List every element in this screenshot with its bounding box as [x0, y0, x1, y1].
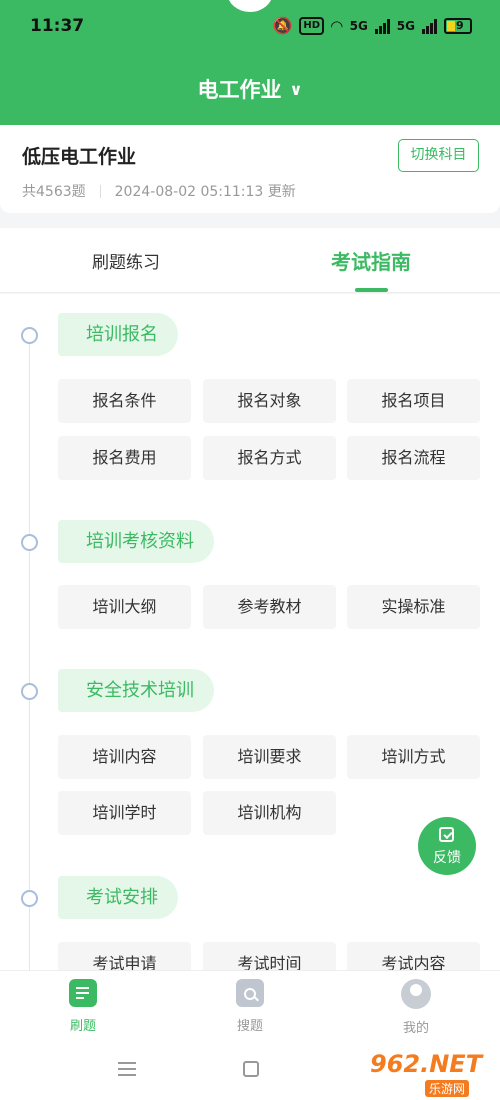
chevron-down-icon: ∨ [289, 80, 303, 99]
guide-item[interactable]: 参考教材 [203, 585, 336, 629]
hd-badge: HD [299, 16, 325, 35]
page-title: 电工作业 [197, 78, 282, 102]
section-title: 考试安排 [58, 876, 178, 919]
tab-bar: 刷题练习 考试指南 [0, 228, 500, 293]
watermark-logo: 962.NET 乐游网 [370, 1050, 495, 1097]
timeline-dot [21, 327, 38, 344]
course-title: 低压电工作业 [22, 146, 137, 168]
active-tab-indicator [355, 288, 388, 292]
feedback-button[interactable]: 反馈 [418, 817, 476, 875]
timeline-line [29, 334, 30, 970]
tab-exam-guide[interactable]: 考试指南 [331, 246, 411, 275]
home-icon[interactable] [243, 1061, 259, 1077]
guide-item[interactable]: 报名条件 [58, 379, 191, 423]
feedback-label: 反馈 [433, 850, 461, 866]
watermark-text: 962.NET [370, 1050, 483, 1078]
nav-label: 搜题 [236, 1019, 263, 1034]
menu-icon[interactable] [118, 1062, 136, 1076]
guide-item[interactable]: 报名费用 [58, 436, 191, 480]
guide-item[interactable]: 培训学时 [58, 791, 191, 835]
network-5g-label: 5G [349, 18, 368, 33]
meta-divider [99, 184, 101, 198]
bottom-nav: 刷题 搜题 我的 [0, 970, 500, 1040]
guide-item[interactable]: 考试申请 [58, 942, 191, 970]
status-time: 11:37 [30, 16, 85, 36]
status-bar: 11:37 🔕 HD ◠ 5G 5G 9 [0, 14, 500, 42]
nav-label: 我的 [402, 1021, 429, 1036]
network-5g-label-2: 5G [396, 18, 415, 33]
signal-icon-2 [422, 18, 437, 34]
tab-practice[interactable]: 刷题练习 [92, 248, 160, 273]
nav-item-profile[interactable]: 我的 [376, 979, 456, 1036]
guide-item[interactable]: 报名对象 [203, 379, 336, 423]
course-card: 低压电工作业 切换科目 共4563题 2024-08-02 05:11:13 更… [0, 125, 500, 213]
nav-label: 刷题 [69, 1019, 96, 1034]
section-title: 培训考核资料 [58, 520, 214, 563]
wifi-icon: ◠ [331, 16, 343, 35]
guide-item[interactable]: 培训方式 [347, 735, 480, 779]
guide-item[interactable]: 考试内容 [347, 942, 480, 970]
app-header: 11:37 🔕 HD ◠ 5G 5G 9 电工作业 ∨ [0, 0, 500, 125]
category-selector[interactable]: 电工作业 ∨ [0, 74, 500, 104]
section-title: 培训报名 [58, 313, 178, 356]
guide-item[interactable]: 报名流程 [347, 436, 480, 480]
update-time: 2024-08-02 05:11:13 更新 [114, 184, 296, 200]
nav-item-practice[interactable]: 刷题 [43, 979, 123, 1034]
edit-check-icon [439, 827, 454, 842]
timeline-dot [21, 534, 38, 551]
question-count: 共4563题 [22, 184, 86, 200]
battery-icon: 9 [444, 17, 472, 34]
battery-level: 9 [456, 18, 464, 32]
signal-icon [374, 18, 390, 34]
timeline-dot [21, 683, 38, 700]
guide-item[interactable]: 实操标准 [347, 585, 480, 629]
switch-subject-button[interactable]: 切换科目 [398, 139, 479, 172]
guide-item[interactable]: 报名方式 [203, 436, 336, 480]
document-icon [69, 979, 97, 1007]
status-icons: 🔕 HD ◠ 5G 5G 9 [272, 16, 472, 35]
guide-content: 培训报名 报名条件 报名对象 报名项目 报名费用 报名方式 报名流程 培训考核资… [0, 294, 500, 970]
watermark-subtext: 乐游网 [425, 1080, 470, 1097]
search-camera-icon [236, 979, 264, 1007]
guide-item[interactable]: 报名项目 [347, 379, 480, 423]
camera-cutout [227, 0, 273, 12]
guide-item[interactable]: 培训机构 [203, 791, 336, 835]
user-icon [401, 979, 431, 1009]
mute-bell-icon: 🔕 [272, 16, 293, 35]
guide-item[interactable]: 考试时间 [203, 942, 336, 970]
section-title: 安全技术培训 [58, 669, 214, 712]
guide-item[interactable]: 培训内容 [58, 735, 191, 779]
nav-item-search[interactable]: 搜题 [210, 979, 290, 1034]
guide-item[interactable]: 培训大纲 [58, 585, 191, 629]
course-meta: 共4563题 2024-08-02 05:11:13 更新 [22, 181, 296, 201]
guide-item[interactable]: 培训要求 [203, 735, 336, 779]
timeline-dot [21, 890, 38, 907]
